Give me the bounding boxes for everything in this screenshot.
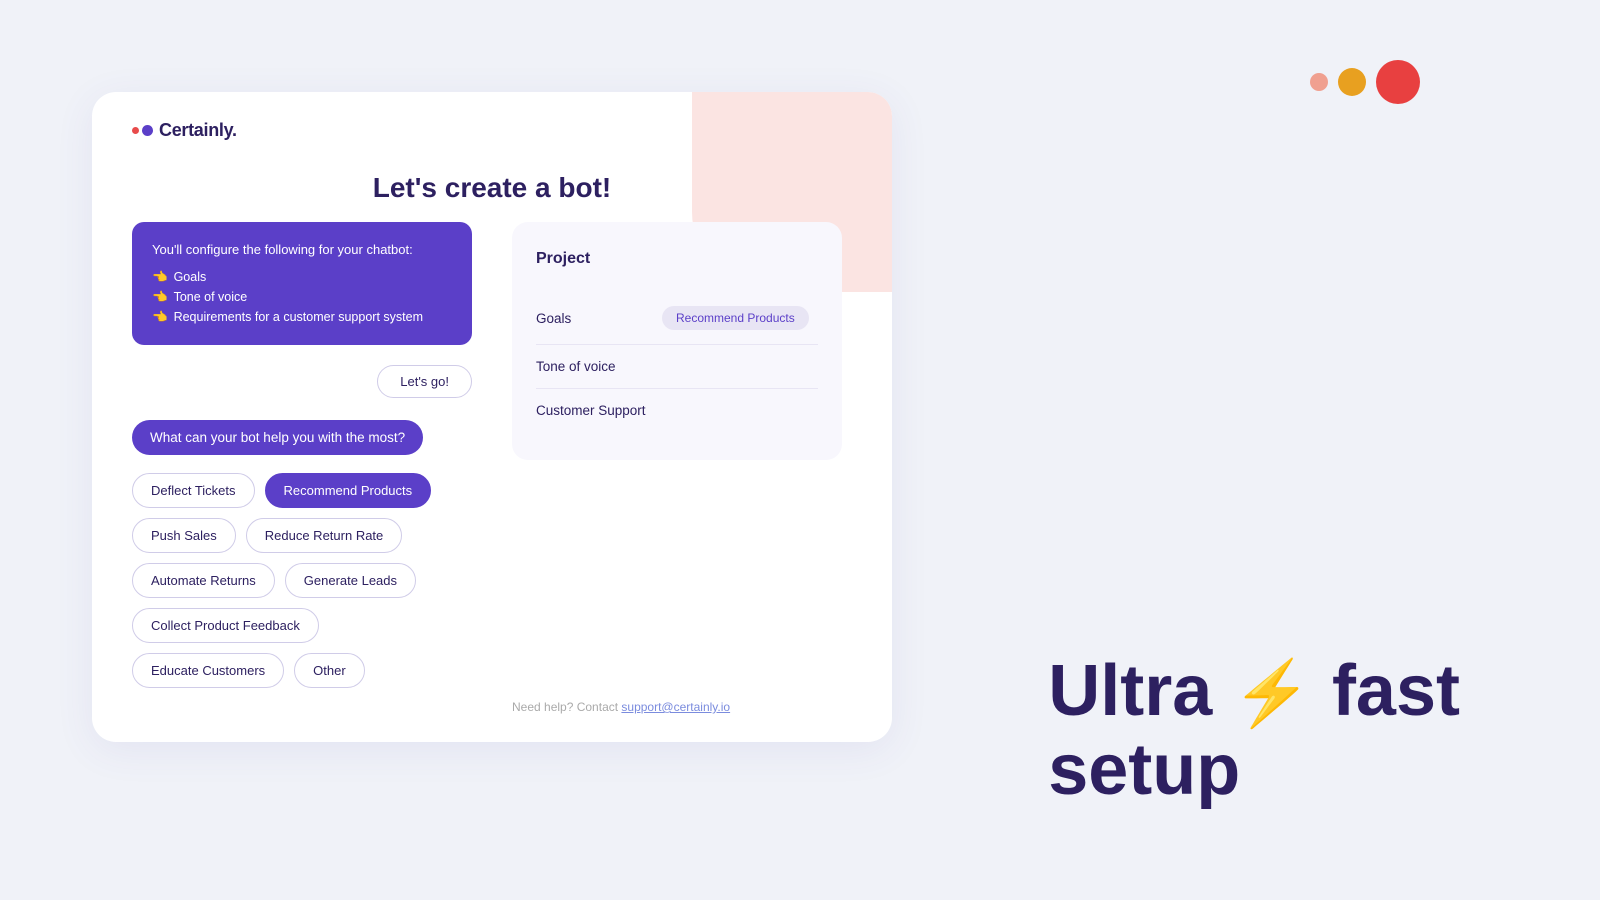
- question-label: What can your bot help you with the most…: [132, 420, 423, 455]
- option-collect-feedback[interactable]: Collect Product Feedback: [132, 608, 319, 643]
- option-other[interactable]: Other: [294, 653, 365, 688]
- project-support-label: Customer Support: [536, 403, 646, 418]
- project-row-goals: Goals Recommend Products: [536, 292, 818, 345]
- tagline-setup: setup: [1048, 730, 1240, 810]
- info-box-item-1: 👈 Goals: [152, 267, 452, 287]
- logo-text: Certainly.: [159, 120, 237, 141]
- circle-small: [1310, 73, 1328, 91]
- info-label-3: Requirements for a customer support syst…: [174, 307, 423, 327]
- help-prefix: Need help? Contact: [512, 700, 621, 714]
- info-icon-2: 👈: [152, 287, 168, 307]
- option-generate-leads[interactable]: Generate Leads: [285, 563, 416, 598]
- info-label-1: Goals: [174, 267, 207, 287]
- main-card: Certainly. Let's create a bot! You'll co…: [92, 92, 892, 742]
- info-icon-3: 👈: [152, 307, 168, 327]
- tagline-fast: fast: [1312, 651, 1460, 731]
- circle-large: [1376, 60, 1420, 104]
- info-box-item-2: 👈 Tone of voice: [152, 287, 452, 307]
- option-push-sales[interactable]: Push Sales: [132, 518, 236, 553]
- right-panel: Project Goals Recommend Products Tone of…: [512, 222, 842, 460]
- tagline: Ultra ⚡ fast setup: [1048, 652, 1460, 810]
- option-automate-returns[interactable]: Automate Returns: [132, 563, 275, 598]
- project-row-support: Customer Support: [536, 389, 818, 432]
- logo-dot-purple: [142, 125, 153, 136]
- left-panel: You'll configure the following for your …: [132, 222, 472, 688]
- info-box-item-3: 👈 Requirements for a customer support sy…: [152, 307, 452, 327]
- tagline-lightning-icon: ⚡: [1232, 657, 1312, 729]
- info-box-intro: You'll configure the following for your …: [152, 240, 452, 261]
- page-title: Let's create a bot!: [92, 172, 892, 204]
- option-recommend-products[interactable]: Recommend Products: [265, 473, 432, 508]
- project-card: Project Goals Recommend Products Tone of…: [512, 222, 842, 460]
- project-row-tone: Tone of voice: [536, 345, 818, 389]
- options-grid: Deflect Tickets Recommend Products Push …: [132, 473, 472, 688]
- info-icon-1: 👈: [152, 267, 168, 287]
- option-deflect-tickets[interactable]: Deflect Tickets: [132, 473, 255, 508]
- project-title: Project: [536, 250, 818, 268]
- logo: Certainly.: [132, 120, 237, 141]
- option-educate-customers[interactable]: Educate Customers: [132, 653, 284, 688]
- project-tone-label: Tone of voice: [536, 359, 646, 374]
- tagline-pre: Ultra: [1048, 651, 1232, 731]
- lets-go-button[interactable]: Let's go!: [377, 365, 472, 398]
- logo-dots: [132, 125, 153, 136]
- help-link[interactable]: support@certainly.io: [621, 700, 730, 714]
- decorative-circles: [1310, 60, 1420, 104]
- help-text: Need help? Contact support@certainly.io: [512, 700, 730, 714]
- project-goals-label: Goals: [536, 311, 646, 326]
- info-label-2: Tone of voice: [174, 287, 248, 307]
- circle-medium: [1338, 68, 1366, 96]
- logo-dot-red: [132, 127, 139, 134]
- project-goals-value: Recommend Products: [662, 306, 809, 330]
- info-box: You'll configure the following for your …: [132, 222, 472, 345]
- option-reduce-return-rate[interactable]: Reduce Return Rate: [246, 518, 403, 553]
